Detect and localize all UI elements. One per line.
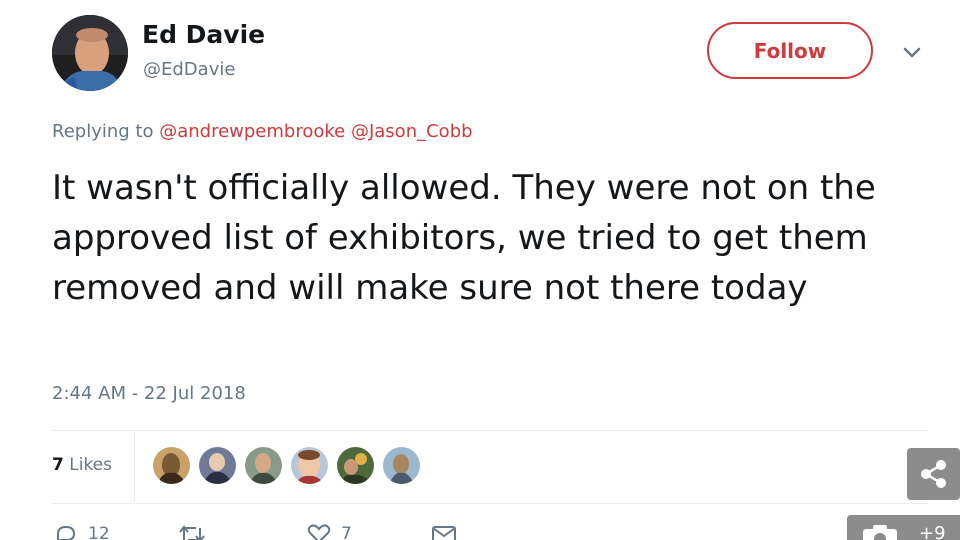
retweet-action[interactable] xyxy=(178,524,206,540)
likes-count[interactable]: 7 Likes xyxy=(52,455,112,475)
share-button[interactable] xyxy=(907,448,960,500)
photo-count: +9 xyxy=(919,523,946,540)
liker-avatar[interactable] xyxy=(291,447,328,484)
envelope-icon xyxy=(432,526,456,540)
liker-avatar[interactable] xyxy=(383,447,420,484)
heart-icon xyxy=(307,524,331,540)
reply-icon xyxy=(57,525,76,540)
replying-to-line: Replying to @andrewpembrooke @Jason_Cobb xyxy=(52,121,473,142)
like-action[interactable]: 7 xyxy=(307,524,352,540)
liker-avatar[interactable] xyxy=(153,447,190,484)
liker-avatars xyxy=(153,447,420,484)
follow-button[interactable]: Follow xyxy=(707,22,873,79)
liker-avatar[interactable] xyxy=(337,447,374,484)
likes-number: 7 xyxy=(52,455,64,475)
divider xyxy=(134,432,135,502)
user-handle[interactable]: @EdDavie xyxy=(143,59,235,80)
camera-icon xyxy=(863,525,897,540)
avatar[interactable] xyxy=(52,15,128,91)
liker-avatar[interactable] xyxy=(199,447,236,484)
retweet-icon xyxy=(179,525,205,540)
share-icon xyxy=(920,460,946,488)
likes-label: Likes xyxy=(69,455,112,475)
tweet-timestamp[interactable]: 2:44 AM - 22 Jul 2018 xyxy=(52,383,246,404)
message-action[interactable] xyxy=(431,524,457,540)
liker-avatar[interactable] xyxy=(245,447,282,484)
replying-prefix: Replying to xyxy=(52,121,154,142)
mention-link[interactable]: @andrewpembrooke xyxy=(159,121,345,142)
chevron-down-icon[interactable] xyxy=(898,38,926,66)
display-name[interactable]: Ed Davie xyxy=(142,20,265,49)
mention-link[interactable]: @Jason_Cobb xyxy=(351,121,473,142)
photo-gallery-button[interactable]: +9 xyxy=(847,515,960,540)
divider xyxy=(52,503,928,504)
reply-action[interactable]: 12 xyxy=(54,524,110,540)
tweet-text: It wasn't officially allowed. They were … xyxy=(52,168,876,308)
like-action-count: 7 xyxy=(341,524,352,540)
reply-count: 12 xyxy=(88,524,110,540)
divider xyxy=(52,430,928,431)
